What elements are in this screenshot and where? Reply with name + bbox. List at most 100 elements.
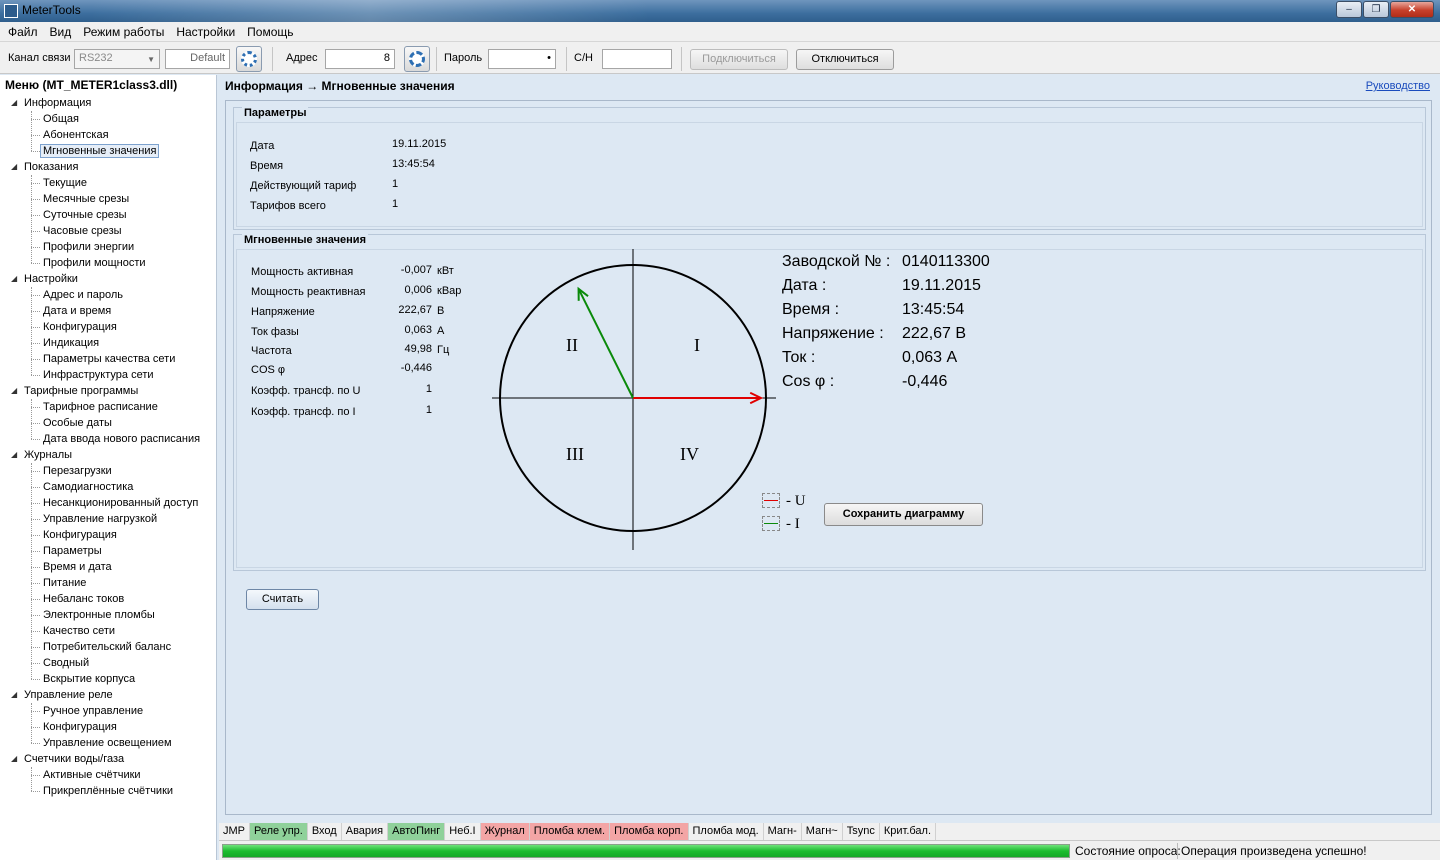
menu-settings[interactable]: Настройки (170, 25, 241, 39)
tree-item[interactable]: Потребительский баланс (0, 639, 217, 655)
toolbar-separator (566, 47, 567, 71)
tree-item-label: Управление нагрузкой (43, 513, 158, 525)
tree-item[interactable]: Суточные срезы (0, 207, 217, 223)
instant-unit: А (437, 325, 445, 337)
tree-group-label: Настройки (24, 273, 78, 285)
summary-label: Время : (782, 301, 840, 318)
quadrant-III-label: III (566, 444, 584, 464)
tree-group[interactable]: ◢ Управление реле (0, 687, 217, 703)
tree-group[interactable]: ◢ Журналы (0, 447, 217, 463)
tree-group[interactable]: ◢ Настройки (0, 271, 217, 287)
toolbar: Канал связи RS232 ▼ Default Адрес 8 Паро… (0, 42, 1440, 74)
address-label: Адрес (286, 52, 318, 64)
param-label: Время (250, 160, 284, 172)
tree-item[interactable]: Часовые срезы (0, 223, 217, 239)
tree-item-label: Вскрытие корпуса (43, 673, 136, 685)
collapse-triangle-icon[interactable]: ◢ (11, 159, 17, 175)
legend-u-label: - U (786, 493, 806, 509)
tree-group-label: Тарифные программы (24, 385, 139, 397)
tree-item[interactable]: Инфраструктура сети (0, 367, 217, 383)
tree-item[interactable]: Профили энергии (0, 239, 217, 255)
tree-item[interactable]: Общая (0, 111, 217, 127)
profile-value: Default (190, 52, 225, 64)
title-fade (90, 0, 650, 22)
serial-input[interactable] (602, 49, 672, 69)
vector-diagram: I II III IV (492, 249, 776, 550)
tree-group[interactable]: ◢ Информация (0, 95, 217, 111)
tree-item[interactable]: Сводный (0, 655, 217, 671)
tree-item-label: Ручное управление (43, 705, 144, 717)
save-diagram-button[interactable]: Сохранить диаграмму (824, 503, 983, 526)
tree-item-label: Несанкционированный доступ (43, 497, 199, 509)
channel-select[interactable]: RS232 ▼ (74, 49, 160, 69)
collapse-triangle-icon[interactable]: ◢ (11, 271, 17, 287)
tree-item[interactable]: Прикреплённые счётчики (0, 783, 217, 799)
status-flag: Авария (342, 823, 389, 840)
maximize-button[interactable]: ❐ (1363, 1, 1389, 18)
tree-group[interactable]: ◢ Показания (0, 159, 217, 175)
password-input[interactable]: • (488, 49, 556, 69)
tree-item[interactable]: Конфигурация (0, 527, 217, 543)
tree-item[interactable]: Вскрытие корпуса (0, 671, 217, 687)
tree-group-label: Управление реле (24, 689, 113, 701)
tree-item[interactable]: Качество сети (0, 623, 217, 639)
tree-item[interactable]: Время и дата (0, 559, 217, 575)
tree-item-label: Профили энергии (43, 241, 135, 253)
password-value: • (547, 52, 551, 64)
tree-item[interactable]: Самодиагностика (0, 479, 217, 495)
tree-item[interactable]: Адрес и пароль (0, 287, 217, 303)
summary-label: Дата : (782, 277, 827, 294)
tree-item[interactable]: Параметры (0, 543, 217, 559)
tree-item[interactable]: Питание (0, 575, 217, 591)
tree-item[interactable]: Месячные срезы (0, 191, 217, 207)
menu-mode[interactable]: Режим работы (77, 25, 170, 39)
tree-item[interactable]: Особые даты (0, 415, 217, 431)
tree-item[interactable]: Активные счётчики (0, 767, 217, 783)
tree-item[interactable]: Управление нагрузкой (0, 511, 217, 527)
disconnect-button[interactable]: Отключиться (796, 49, 894, 70)
profile-field[interactable]: Default (165, 49, 230, 69)
minimize-button[interactable]: – (1336, 1, 1362, 18)
tree-item[interactable]: Несанкционированный доступ (0, 495, 217, 511)
tree-item[interactable]: Мгновенные значения (0, 143, 217, 159)
diagram-vectors (577, 286, 764, 405)
tree-item[interactable]: Конфигурация (0, 319, 217, 335)
tree-item[interactable]: Параметры качества сети (0, 351, 217, 367)
tree-item[interactable]: Дата ввода нового расписания (0, 431, 217, 447)
status-separator (1177, 843, 1178, 859)
tree-item-label: Индикация (43, 337, 100, 349)
help-link[interactable]: Руководство (1366, 80, 1430, 92)
collapse-triangle-icon[interactable]: ◢ (11, 687, 17, 703)
content-frame: Параметры Дата 19.11.2015 Время 13:45:54 Дей… (225, 100, 1432, 815)
tree-item[interactable]: Ручное управление (0, 703, 217, 719)
tree-item[interactable]: Текущие (0, 175, 217, 191)
tree-item[interactable]: Небаланс токов (0, 591, 217, 607)
tree-item[interactable]: Перезагрузки (0, 463, 217, 479)
collapse-triangle-icon[interactable]: ◢ (11, 751, 17, 767)
tree-item[interactable]: Конфигурация (0, 719, 217, 735)
tree-item[interactable]: Дата и время (0, 303, 217, 319)
instant-value: 0,006 (404, 284, 432, 296)
tree-item[interactable]: Тарифное расписание (0, 399, 217, 415)
address-search-button[interactable] (404, 46, 430, 72)
tree-item[interactable]: Профили мощности (0, 255, 217, 271)
tree-group[interactable]: ◢ Счетчики воды/газа (0, 751, 217, 767)
summary-label: Ток : (782, 349, 816, 366)
connect-button[interactable]: Подключиться (690, 49, 788, 70)
collapse-triangle-icon[interactable]: ◢ (11, 447, 17, 463)
tree-item[interactable]: Индикация (0, 335, 217, 351)
close-button[interactable]: ✕ (1390, 1, 1434, 18)
status-flag: Журнал (480, 823, 530, 840)
tree-item[interactable]: Электронные пломбы (0, 607, 217, 623)
tree-group[interactable]: ◢ Тарифные программы (0, 383, 217, 399)
collapse-triangle-icon[interactable]: ◢ (11, 383, 17, 399)
channel-settings-button[interactable] (236, 46, 262, 72)
menu-help[interactable]: Помощь (241, 25, 299, 39)
collapse-triangle-icon[interactable]: ◢ (11, 95, 17, 111)
tree-item[interactable]: Абонентская (0, 127, 217, 143)
menu-view[interactable]: Вид (44, 25, 78, 39)
menu-file[interactable]: Файл (2, 25, 44, 39)
read-button[interactable]: Считать (246, 589, 319, 610)
tree-item[interactable]: Управление освещением (0, 735, 217, 751)
address-input[interactable]: 8 (325, 49, 395, 69)
